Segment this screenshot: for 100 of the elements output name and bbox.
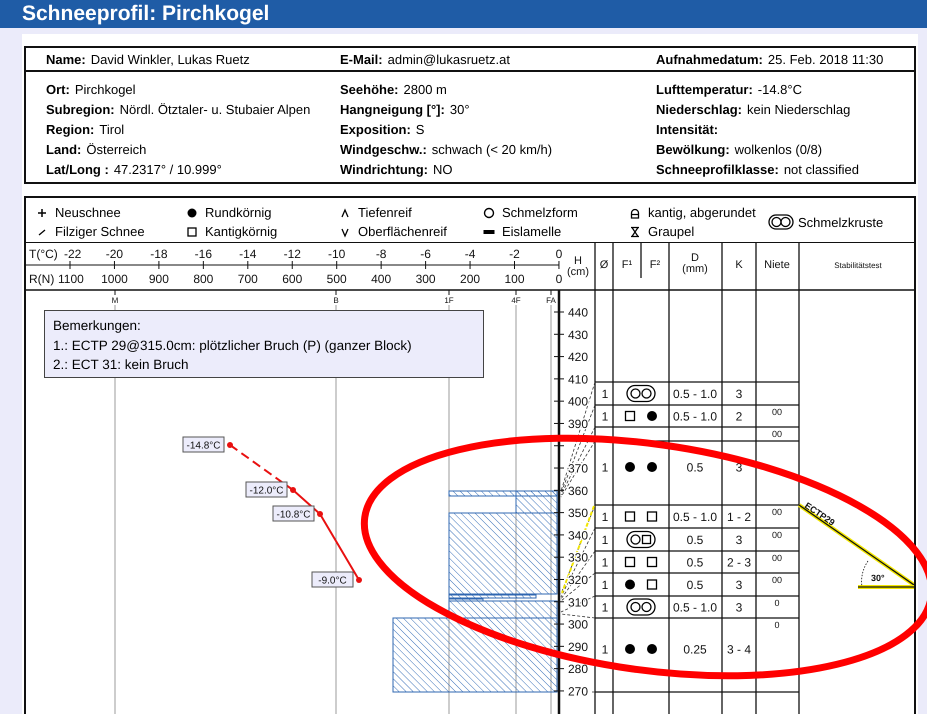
table-cell: 0.5 [686, 556, 704, 570]
axis-tick-label: 0 [556, 272, 562, 286]
dot-icon [625, 580, 635, 590]
axis-tick-label: -10 [328, 247, 346, 261]
temperature-label: -12.0°C [246, 482, 288, 498]
temperature-label: -9.0°C [312, 572, 354, 588]
table-cell: 00 [772, 429, 782, 439]
height-tick-label: 350 [568, 506, 588, 520]
field-label: E-Mail: [340, 52, 383, 66]
hardness-tick-label: 4F [511, 296, 521, 305]
axis-label: R(N) [29, 272, 54, 286]
hardness-tick-label: M [112, 296, 118, 305]
field-value: 47.2317° / 10.999° [114, 162, 222, 176]
axis-tick-label: -20 [106, 247, 124, 261]
legend-label: Neuschnee [55, 205, 121, 220]
axis-tick-label: -2 [509, 247, 520, 261]
axis-tick-label: -8 [376, 247, 386, 261]
axis-tick-label: 400 [371, 272, 392, 286]
height-tick-label: 270 [568, 684, 588, 698]
field-value: 30° [450, 102, 470, 116]
table-cell: 1 [602, 533, 608, 547]
axis-tick-label: 500 [326, 272, 347, 286]
field-value: admin@lukasruetz.at [388, 52, 510, 66]
table-cell: 1 [602, 460, 608, 474]
axis-tick-label: 1000 [101, 272, 128, 286]
field-value: Tirol [99, 122, 124, 136]
legend-label: Schmelzkruste [798, 214, 884, 230]
table-cell: 3 [736, 533, 742, 547]
axis-tick-label: -18 [150, 247, 168, 261]
height-tick-label: 300 [568, 618, 588, 632]
temperature-label: -10.8°C [272, 506, 314, 522]
table-cell: 3 - 4 [727, 642, 751, 656]
dot-icon [647, 411, 657, 421]
hardness-tick-label: FA [546, 296, 556, 305]
table-cell: 0.5 [686, 533, 704, 547]
column-heading: K [735, 259, 743, 271]
table-cell: 00 [772, 530, 782, 540]
column-heading: (mm) [682, 263, 708, 275]
column-heading: (cm) [567, 266, 589, 278]
height-tick-label: 420 [568, 350, 588, 364]
legend-label: Oberflächenreif [358, 224, 447, 239]
caret-up-icon [339, 206, 351, 218]
column-heading: Ø [600, 259, 608, 271]
field-label: Subregion: [46, 102, 115, 116]
table-cell: 1 [602, 387, 608, 401]
remarks-title: Bemerkungen: [53, 317, 142, 335]
dot-icon [647, 462, 657, 472]
table-cell: 3 [736, 600, 742, 614]
axis-tick-label: -16 [194, 247, 212, 261]
field-value: David Winkler, Lukas Ruetz [90, 52, 250, 66]
axis-tick-label: 1100 [58, 272, 84, 286]
hardness-tick-label: 1F [444, 296, 454, 305]
field-label: Schneeprofilklasse: [656, 162, 779, 176]
field-label: Lufttemperatur: [656, 82, 753, 96]
table-cell: 0.25 [683, 642, 707, 656]
table-cell: 1 [602, 410, 608, 424]
table-cell: 2 - 3 [727, 556, 751, 570]
axis-tick-label: -22 [64, 247, 82, 261]
table-cell: 1 [602, 510, 608, 524]
dot-icon [625, 462, 635, 472]
field-label: Bewölkung: [656, 142, 730, 156]
field-value: Pirchkogel [74, 82, 136, 96]
square-icon [186, 226, 198, 238]
double-ring-icon [626, 530, 656, 548]
circle-icon [483, 206, 495, 218]
field-label: Windrichtung: [340, 162, 428, 176]
plus-icon [36, 206, 48, 218]
table-cell: 3 [736, 578, 742, 592]
field-value: -14.8°C [758, 82, 802, 96]
table-cell: 0.5 - 1.0 [672, 510, 718, 524]
dot-icon [647, 644, 657, 654]
legend-label: Kantigkörnig [205, 224, 278, 239]
column-heading: Niete [764, 259, 790, 271]
remark-text: 1.: ECTP 29@315.0cm: plötzlicher Bruch (P) (ganzer Block) [53, 336, 413, 355]
table-cell: 0.5 [686, 460, 704, 474]
field-label: Name: [46, 52, 86, 66]
table-cell: 00 [772, 507, 782, 517]
axis-tick-label: -4 [464, 247, 476, 261]
table-cell: 1 [602, 642, 608, 656]
page-title: Schneeprofil: Pirchkogel [22, 2, 270, 26]
height-tick-label: 310 [568, 595, 588, 610]
field-label: Ort: [46, 82, 70, 96]
temperature-label: -14.8°C [182, 436, 224, 452]
table-cell: 0.5 - 1.0 [672, 410, 718, 424]
double-ring-icon [767, 213, 795, 231]
axis-tick-label: -14 [239, 247, 256, 261]
field-value: 2800 m [404, 82, 447, 96]
column-heading: F¹ [622, 259, 632, 271]
square-icon [624, 556, 636, 568]
hardness-tick-label: B [333, 296, 339, 305]
height-tick-label: 400 [568, 394, 588, 409]
legend-label: Schmelzform [502, 205, 578, 220]
legend-label: Tiefenreif [358, 205, 412, 220]
table-cell: 0 [774, 598, 780, 608]
double-ring-icon [626, 598, 656, 616]
table-cell: 3 [736, 460, 742, 474]
field-label: Lat/Long : [46, 162, 109, 176]
legend-label: Graupel [648, 224, 694, 239]
field-label: Aufnahmedatum: [656, 52, 763, 66]
hourglass-icon [629, 226, 641, 238]
